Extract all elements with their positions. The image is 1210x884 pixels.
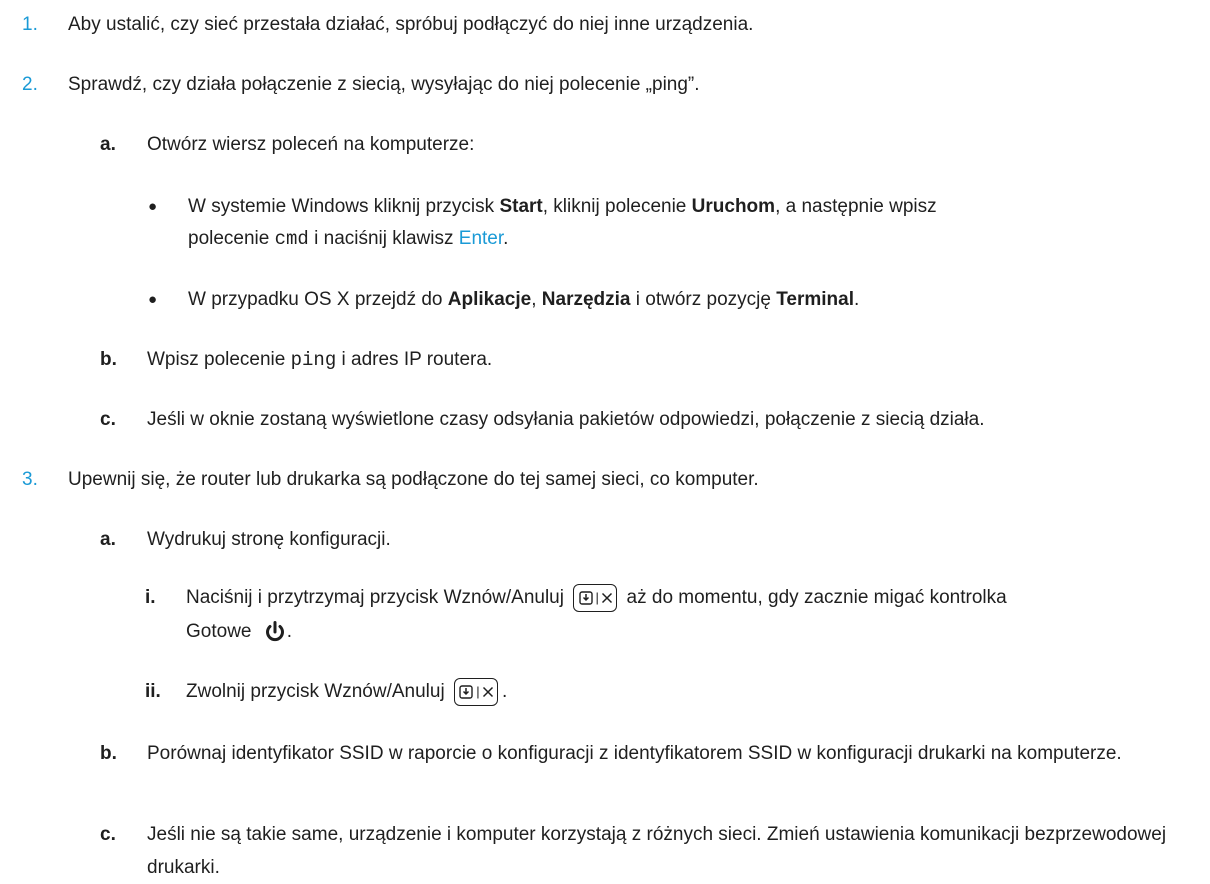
substep-letter: c. (100, 824, 116, 845)
resume-cancel-button-icon: | (573, 583, 618, 612)
step-text: Sprawdź, czy działa połączenie z siecią,… (68, 74, 700, 95)
step-text: Upewnij się, że router lub drukarka są p… (68, 469, 759, 490)
bullet-text: W systemie Windows kliknij przycisk Star… (188, 196, 937, 217)
substep-letter: b. (100, 349, 117, 370)
step-text: Aby ustalić, czy sieć przestała działać,… (68, 14, 754, 35)
bullet-dot: ● (148, 198, 158, 215)
roman-number: ii. (145, 681, 161, 702)
step-number: 3. (22, 469, 38, 490)
substep-letter: b. (100, 743, 117, 764)
power-ready-icon (265, 620, 284, 642)
bullet-dot: ● (148, 291, 158, 308)
substep-letter: c. (100, 409, 116, 430)
substep-text: Porównaj identyfikator SSID w raporcie o… (147, 743, 1122, 764)
bullet-text: W przypadku OS X przejdź do Aplikacje, N… (188, 289, 860, 310)
substep-letter: a. (100, 529, 116, 550)
substep-text: Jeśli w oknie zostaną wyświetlone czasy … (147, 409, 985, 430)
enter-key-label: Enter (458, 228, 504, 249)
step-number: 2. (22, 74, 38, 95)
substep-text: Jeśli nie są takie same, urządzenie i ko… (147, 824, 1167, 878)
roman-number: i. (145, 587, 156, 608)
substep-text: Wpisz polecenie ping i adres IP routera. (147, 349, 493, 371)
substep-text: Otwórz wiersz poleceń na komputerze: (147, 134, 475, 155)
roman-text: Zwolnij przycisk Wznów/Anuluj |. (186, 675, 507, 708)
substep-letter: a. (100, 134, 116, 155)
resume-cancel-button-icon: | (453, 677, 498, 706)
roman-text: Naciśnij i przytrzymaj przycisk Wznów/An… (186, 581, 1007, 614)
substep-text: Wydrukuj stronę konfiguracji. (147, 529, 391, 550)
roman-text: Gotowe . (186, 620, 293, 642)
step-number: 1. (22, 14, 38, 35)
bullet-text: polecenie cmd i naciśnij klawisz Enter. (188, 228, 509, 250)
